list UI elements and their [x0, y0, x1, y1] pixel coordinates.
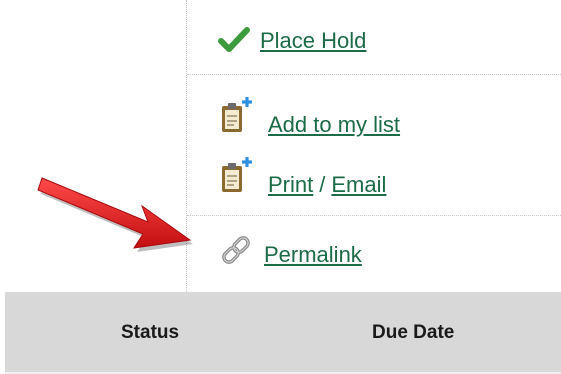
action-separator — [187, 215, 561, 216]
red-arrow-icon — [37, 177, 193, 252]
email-link[interactable]: Email — [331, 172, 386, 198]
action-separator — [187, 74, 561, 75]
clipboard-add-icon — [218, 96, 258, 138]
print-link[interactable]: Print — [268, 172, 313, 198]
checkmark-icon — [218, 26, 250, 54]
place-hold-action[interactable]: Place Hold — [218, 26, 366, 54]
table-header: Status Due Date — [5, 292, 561, 374]
clipboard-add-icon — [218, 156, 258, 198]
due-date-column-header[interactable]: Due Date — [372, 322, 454, 344]
print-email-action: Print / Email — [218, 156, 386, 198]
add-to-list-action[interactable]: Add to my list — [218, 96, 400, 138]
permalink-link[interactable]: Permalink — [264, 242, 362, 268]
add-to-list-link[interactable]: Add to my list — [268, 112, 400, 138]
permalink-action[interactable]: Permalink — [218, 232, 362, 268]
link-separator: / — [319, 172, 326, 197]
status-column-header[interactable]: Status — [121, 322, 179, 344]
chain-link-icon — [218, 232, 254, 268]
place-hold-link[interactable]: Place Hold — [260, 28, 366, 54]
